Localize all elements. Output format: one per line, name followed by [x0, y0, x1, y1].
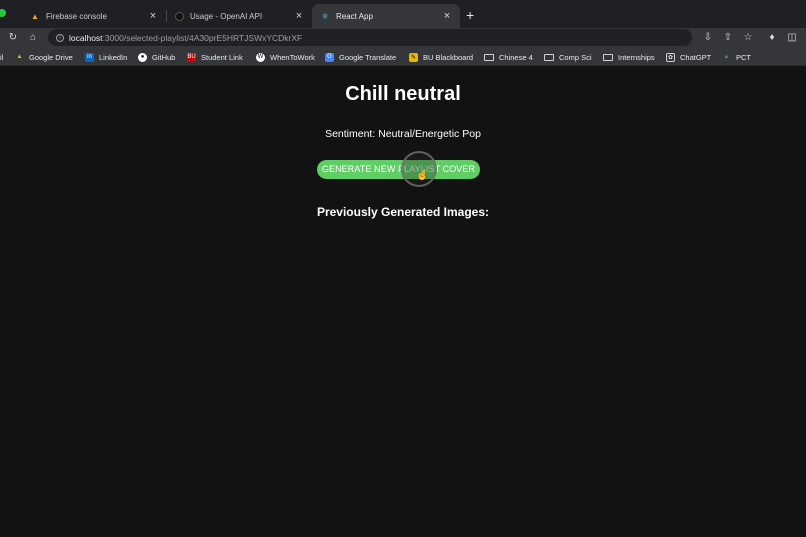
generate-cover-button[interactable]: GENERATE NEW PLAYLIST COVER: [317, 160, 480, 179]
bookmark-label: LinkedIn: [99, 52, 128, 62]
blackboard-icon: ✎: [409, 52, 418, 62]
bookmark-label: Internships: [618, 52, 655, 62]
bookmarks-bar: il ▲ Google Drive in LinkedIn ● GitHub BU St…: [0, 48, 806, 66]
bookmark-whentowork[interactable]: W WhenToWork: [256, 51, 315, 63]
bu-icon: BU: [187, 52, 196, 62]
google-drive-icon: ▲: [16, 54, 23, 60]
chatgpt-icon: ✿: [666, 52, 675, 62]
bookmark-label: WhenToWork: [270, 52, 315, 62]
sentiment-text: Sentiment: Neutral/Energetic Pop: [325, 128, 481, 140]
openai-icon: [174, 11, 184, 21]
bookmark-linkedin[interactable]: in LinkedIn: [85, 51, 127, 63]
address-bar[interactable]: i localhost:3000/selected-playlist/4A30p…: [48, 29, 692, 46]
bookmark-chatgpt[interactable]: ✿ ChatGPT: [666, 51, 711, 63]
github-icon: ●: [138, 52, 147, 62]
tab-title: Firebase console: [46, 11, 107, 21]
close-icon[interactable]: ×: [442, 10, 452, 22]
window-control-dot[interactable]: [0, 9, 6, 17]
bookmark-google-translate[interactable]: G Google Translate: [325, 51, 396, 63]
tab-title: Usage - OpenAI API: [190, 11, 263, 21]
bookmark-comp-sci[interactable]: Comp Sci: [544, 51, 592, 63]
bookmark-chinese-4[interactable]: Chinese 4: [484, 51, 533, 63]
bookmark-internships[interactable]: Internships: [603, 51, 655, 63]
bookmark-star-icon[interactable]: ☆: [742, 31, 754, 45]
tab-strip: ▲ Firebase console × Usage - OpenAI API …: [0, 0, 806, 28]
bookmark-label: BU Blackboard: [423, 52, 474, 62]
bookmark-partial[interactable]: il: [0, 51, 3, 63]
tab-react-app[interactable]: ⚛ React App ×: [312, 4, 460, 28]
folder-icon: [484, 53, 494, 61]
playlist-title: Chill neutral: [345, 83, 461, 105]
bookmark-google-drive[interactable]: ▲ Google Drive: [15, 51, 73, 63]
tab-firebase-console[interactable]: ▲ Firebase console ×: [22, 4, 166, 28]
side-panel-icon[interactable]: ◫: [786, 31, 798, 45]
bookmark-label: Google Translate: [339, 52, 397, 62]
google-translate-icon: G: [325, 52, 334, 62]
page-content: Chill neutral Sentiment: Neutral/Energet…: [0, 67, 806, 537]
tab-openai-usage[interactable]: Usage - OpenAI API ×: [166, 4, 312, 28]
click-indicator: [401, 151, 437, 187]
close-icon[interactable]: ×: [294, 10, 304, 22]
share-icon[interactable]: ⇧: [722, 31, 734, 45]
folder-icon: [603, 53, 613, 61]
bookmark-label: Google Drive: [29, 52, 73, 62]
url-host: localhost: [69, 32, 103, 43]
bookmark-student-link[interactable]: BU Student Link: [187, 51, 243, 63]
previous-images-heading: Previously Generated Images:: [316, 205, 490, 219]
bookmark-label: Chinese 4: [499, 52, 533, 62]
folder-icon: [544, 53, 554, 61]
bookmark-label: ChatGPT: [680, 52, 712, 62]
browser-toolbar: ↻ ⌂ i localhost:3000/selected-playlist/4…: [0, 28, 806, 48]
close-icon[interactable]: ×: [148, 10, 158, 22]
bookmark-label: Student Link: [201, 52, 243, 62]
new-tab-icon[interactable]: +: [466, 8, 474, 22]
google-drive-icon: ▲: [723, 54, 730, 60]
tab-title: React App: [336, 11, 373, 21]
bookmark-label: il: [0, 52, 4, 62]
url-path: :3000/selected-playlist/4A30prE5HRTJSWxY…: [102, 32, 303, 43]
bookmark-label: PCT: [736, 52, 751, 62]
hand-cursor-icon: ☝: [416, 170, 429, 181]
reload-icon[interactable]: ↻: [6, 31, 20, 45]
site-info-icon[interactable]: i: [56, 33, 64, 42]
bookmark-bu-blackboard[interactable]: ✎ BU Blackboard: [409, 51, 473, 63]
firebase-icon: ▲: [31, 11, 39, 21]
home-icon[interactable]: ⌂: [26, 31, 40, 45]
extensions-icon[interactable]: ♦: [766, 31, 778, 45]
bookmark-label: Comp Sci: [559, 52, 592, 62]
bookmark-label: GitHub: [152, 52, 176, 62]
bookmark-pct[interactable]: ▲ PCT: [722, 51, 751, 63]
install-icon[interactable]: ⇩: [702, 31, 714, 45]
whentowork-icon: W: [256, 52, 265, 62]
bookmark-github[interactable]: ● GitHub: [138, 51, 175, 63]
react-icon: ⚛: [321, 11, 329, 21]
linkedin-icon: in: [85, 52, 94, 62]
